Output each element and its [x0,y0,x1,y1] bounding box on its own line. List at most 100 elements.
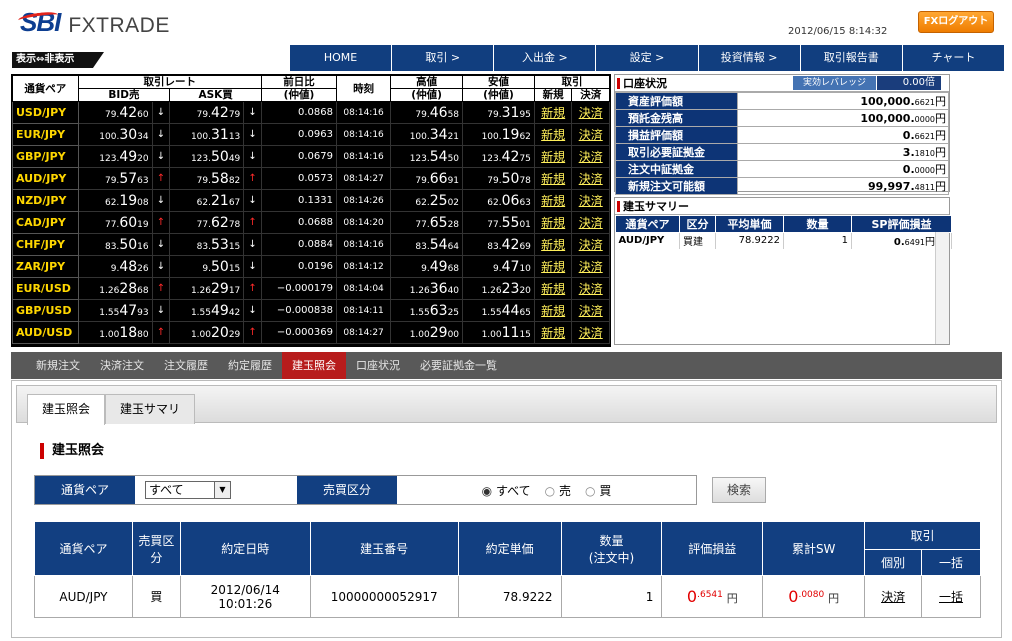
sum-col-side: 区分 [679,215,716,233]
settle-order-link[interactable]: 決済 [579,216,603,230]
price-pips: 53 [210,236,229,253]
new-order-link[interactable]: 新規 [541,260,565,274]
nav-chart[interactable]: チャート [901,45,1004,71]
new-order-link[interactable]: 新規 [541,304,565,318]
radio-all[interactable]: ◉ すべて [482,482,531,499]
settle-order-link[interactable]: 決済 [579,304,603,318]
new-order-link[interactable]: 新規 [541,128,565,142]
new-order-link[interactable]: 新規 [541,282,565,296]
radio-sell[interactable]: ○ 売 [545,482,571,499]
account-key: 注文中証拠金 [615,160,738,178]
pos-col-sw: 累計SW [762,521,866,576]
settle-order-link[interactable]: 決済 [579,194,603,208]
sum-col-qty: 数量 [783,215,852,233]
col-settle: 決済 [571,88,610,102]
tab-settle-order[interactable]: 決済注文 [90,352,154,379]
pos-sw-int: 0 [788,587,799,606]
radio-buy[interactable]: ○ 買 [585,482,611,499]
sbi-fxtrade-logo[interactable]: SBI FXTRADE [20,6,170,38]
settle-order-link[interactable]: 決済 [579,260,603,274]
tab-margin-list[interactable]: 必要証拠金一覧 [410,352,507,379]
pos-col-pl: 評価損益 [661,521,764,576]
rate-change: −0.000838 [260,299,337,322]
tab-account-status[interactable]: 口座状況 [346,352,410,379]
subtab-position-summary[interactable]: 建玉サマリ [105,394,196,424]
rate-row: USD/JPY 79.4260 ↓ 79.4279 ↓ 0.0868 08:14:16 79.… [12,101,610,124]
price-prefix: 9. [202,263,211,274]
account-unit: 円 [935,180,946,193]
tab-order-history[interactable]: 注文履歴 [154,352,218,379]
pos-col-bulk: 一括 [921,549,981,576]
account-unit: 円 [935,146,946,159]
tab-position-inquiry[interactable]: 建玉照会 [282,352,346,379]
tab-execution-history[interactable]: 約定履歴 [218,352,282,379]
new-order-link[interactable]: 新規 [541,172,565,186]
settle-order-link[interactable]: 決済 [579,172,603,186]
new-order-link[interactable]: 新規 [541,194,565,208]
nav-settings[interactable]: 設定 > [595,45,698,71]
new-order-link[interactable]: 新規 [541,326,565,340]
account-unit: 円 [935,129,946,142]
price-fraction: 82 [228,175,241,186]
nav-deposit[interactable]: 入出金 > [493,45,596,71]
search-button[interactable]: 検索 [712,477,766,503]
settle-order-link[interactable]: 決済 [579,238,603,252]
rate-time: 08:14:16 [335,123,392,146]
pos-sw-yen: 円 [828,592,840,605]
summary-scrollbar[interactable] [935,232,949,344]
filter-side-label: 売買区分 [297,476,397,504]
account-row: 取引必要証拠金 3.1810円 [615,143,949,161]
new-order-link[interactable]: 新規 [541,106,565,120]
bulk-settle-link[interactable]: 一括 [939,590,963,604]
rate-change: 0.0868 [260,101,337,124]
price-pips: 23 [501,280,520,297]
arrow-up-icon: ↑ [248,217,257,228]
price-fraction: 95 [519,109,531,120]
summary-row[interactable]: AUD/JPY 買建 78.9222 1 0.6491円 [615,232,952,249]
price-pips: 34 [429,126,448,143]
pos-date: 2012/06/14 [210,582,280,597]
pos-col-trade: 取引 [864,521,981,550]
nav-investment-info[interactable]: 投資情報 > [697,45,800,71]
settle-order-link[interactable]: 決済 [579,106,603,120]
settle-link[interactable]: 決済 [881,590,905,604]
price-pips: 58 [210,170,229,187]
account-key: 損益評価額 [615,126,738,144]
pair-select[interactable]: すべて ▼ [145,481,231,499]
price-prefix: 77. [104,219,120,230]
settle-order-link[interactable]: 決済 [579,326,603,340]
pos-side: 買 [131,575,181,618]
positions-table: 通貨ペア 売買区分 約定日時 建玉番号 約定単価 数量 (注文中) 評価損益 累計… [34,521,981,618]
logout-button[interactable]: FXログアウト [918,11,994,33]
price-fraction: 65 [519,307,531,318]
price-prefix: 100. [481,131,502,142]
new-order-link[interactable]: 新規 [541,150,565,164]
new-order-link[interactable]: 新規 [541,216,565,230]
price-fraction: 93 [137,307,149,318]
rate-pair: AUD/JPY [12,167,79,190]
col-pair: 通貨ペア [12,75,79,102]
rate-change: 0.0679 [260,145,337,168]
rate-time: 08:14:16 [335,145,392,168]
nav-trade-report[interactable]: 取引報告書 [799,45,902,71]
subtab-position-inquiry[interactable]: 建玉照会 [27,394,106,425]
settle-order-link[interactable]: 決済 [579,282,603,296]
new-order-link[interactable]: 新規 [541,238,565,252]
sum-pair: AUD/JPY [615,232,680,249]
nav-home[interactable]: HOME [290,45,392,71]
arrow-up-icon: ↑ [248,327,257,338]
toggle-display-button[interactable]: 表示⇔非表示 [12,52,104,68]
price-fraction: 49 [228,153,241,164]
account-value: 0. [902,163,915,176]
arrow-down-icon: ↓ [156,261,166,272]
tab-new-order[interactable]: 新規注文 [26,352,90,379]
price-pips: 57 [119,170,138,187]
pos-price: 78.9222 [457,575,562,618]
settle-order-link[interactable]: 決済 [579,128,603,142]
nav-trade[interactable]: 取引 > [391,45,494,71]
rate-change: 0.0688 [260,211,337,234]
rate-time: 08:14:27 [335,321,392,344]
arrow-down-icon: ↓ [248,195,257,206]
settle-order-link[interactable]: 決済 [579,150,603,164]
price-pips: 54 [429,236,448,253]
